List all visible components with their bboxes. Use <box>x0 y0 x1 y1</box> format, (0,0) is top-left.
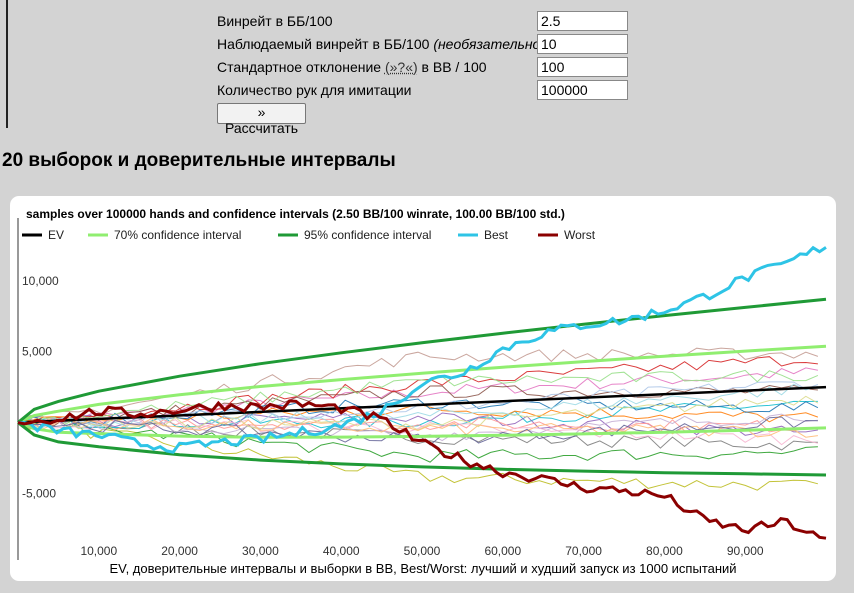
variance-chart: samples over 100000 hands and confidence… <box>17 207 827 560</box>
legend-label-ev: EV <box>48 228 64 242</box>
x-tick-label: 30,000 <box>242 544 279 558</box>
x-tick-label: 50,000 <box>404 544 441 558</box>
y-tick-label: 10,000 <box>22 274 59 288</box>
std-input[interactable] <box>537 57 628 77</box>
legend-label-worst: Worst <box>564 228 596 242</box>
x-tick-label: 20,000 <box>161 544 198 558</box>
winrate-label: Винрейт в ББ/100 <box>217 13 333 29</box>
section-title: 20 выборок и доверительные интервалы <box>2 150 396 171</box>
winrate-input[interactable] <box>537 11 628 31</box>
chart-caption: EV, доверительные интервалы и выборки в … <box>109 561 737 576</box>
hands-input[interactable] <box>537 80 628 100</box>
legend-label-70-confidence-interval: 70% confidence interval <box>114 228 241 242</box>
std-label-unit: в BB / 100 <box>417 59 487 75</box>
x-tick-label: 70,000 <box>565 544 602 558</box>
optional-hint: (необязательно) <box>433 36 545 52</box>
y-tick-label: -5,000 <box>22 486 56 500</box>
x-tick-label: 10,000 <box>80 544 117 558</box>
x-tick-label: 80,000 <box>646 544 683 558</box>
legend-label-best: Best <box>484 228 509 242</box>
legend-label-95-confidence-interval: 95% confidence interval <box>304 228 431 242</box>
calculate-button[interactable]: » Рассчитать <box>217 103 307 136</box>
std-label-text: Стандартное отклонение <box>217 59 385 75</box>
std-help-link[interactable]: (»?«) <box>385 59 418 75</box>
x-tick-label: 90,000 <box>727 544 764 558</box>
chart-title: samples over 100000 hands and confidence… <box>26 207 565 221</box>
x-tick-label: 60,000 <box>484 544 521 558</box>
chart-panel: samples over 100000 hands and confidence… <box>10 196 836 581</box>
hands-label: Количество рук для имитации <box>217 82 412 98</box>
y-tick-label: 5,000 <box>22 345 52 359</box>
worst-line <box>17 399 827 540</box>
left-border <box>6 0 8 128</box>
x-tick-label: 40,000 <box>323 544 360 558</box>
observed-winrate-input[interactable] <box>537 34 628 54</box>
std-label: Стандартное отклонение (»?«) в BB / 100 <box>217 56 487 79</box>
observed-winrate-text: Наблюдаемый винрейт в ББ/100 <box>217 36 434 52</box>
observed-winrate-label: Наблюдаемый винрейт в ББ/100 (необязател… <box>217 33 545 56</box>
